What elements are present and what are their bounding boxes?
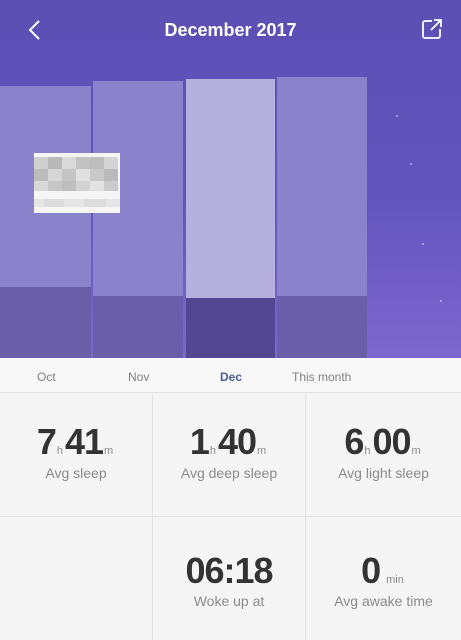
pixelated-bedtime-value <box>34 153 120 213</box>
sleep-bar-oct[interactable] <box>0 86 91 358</box>
avg-sleep-card: 7h41m Avg sleep <box>0 393 153 517</box>
bedtime-card <box>0 517 153 640</box>
avg-sleep-hours: 7 <box>36 421 57 462</box>
background-star <box>440 300 442 302</box>
avg-awake-unit: min <box>386 574 404 586</box>
background-star <box>396 115 398 117</box>
avg-light-sleep-hours: 6 <box>344 421 364 462</box>
period-tabs: Oct Nov Dec This month <box>0 358 461 393</box>
light-sleep-segment <box>277 77 367 296</box>
light-sleep-segment <box>186 79 275 298</box>
woke-up-label: Woke up at <box>193 593 265 609</box>
avg-awake-card: 0 min Avg awake time <box>306 517 461 640</box>
avg-light-sleep-card: 6h00m Avg light sleep <box>306 393 461 517</box>
avg-deep-sleep-label: Avg deep sleep <box>180 465 278 481</box>
woke-up-value: 06:18 <box>185 550 273 591</box>
avg-light-sleep-minutes: 00 <box>372 421 411 462</box>
avg-deep-sleep-value: 1h40m <box>153 421 305 463</box>
woke-up-card: 06:18 Woke up at <box>153 517 306 640</box>
sleep-bar-nov[interactable] <box>93 81 183 358</box>
avg-sleep-m-unit: m <box>104 445 114 457</box>
tab-oct[interactable]: Oct <box>37 358 56 392</box>
avg-awake-value: 0 min <box>306 550 461 592</box>
avg-sleep-value: 7h41m <box>0 421 152 463</box>
background-star <box>410 163 412 165</box>
deep-sleep-segment <box>186 298 275 358</box>
page-title: December 2017 <box>164 20 297 40</box>
avg-deep-sleep-minutes: 40 <box>217 421 257 462</box>
sleep-stats-grid: 7h41m Avg sleep 1h40m Avg deep sleep 6h0… <box>0 393 461 640</box>
avg-deep-sleep-h-unit: h <box>209 445 216 457</box>
avg-sleep-label: Avg sleep <box>45 465 107 481</box>
deep-sleep-segment <box>93 296 183 358</box>
tab-dec[interactable]: Dec <box>220 358 242 392</box>
tab-this-month[interactable]: This month <box>292 358 351 392</box>
avg-light-sleep-h-unit: h <box>364 445 371 457</box>
avg-light-sleep-value: 6h00m <box>306 421 461 463</box>
avg-sleep-h-unit: h <box>56 445 63 457</box>
deep-sleep-segment <box>277 296 367 358</box>
avg-awake-number: 0 <box>361 550 381 591</box>
avg-light-sleep-label: Avg light sleep <box>338 465 429 481</box>
avg-deep-sleep-hours: 1 <box>189 421 210 462</box>
background-star <box>422 243 424 245</box>
avg-deep-sleep-card: 1h40m Avg deep sleep <box>153 393 306 517</box>
deep-sleep-segment <box>0 287 91 358</box>
share-button[interactable] <box>421 18 443 40</box>
sleep-bar-this-month[interactable] <box>277 77 367 358</box>
avg-light-sleep-m-unit: m <box>411 445 421 457</box>
tab-nov[interactable]: Nov <box>128 358 149 392</box>
share-external-icon <box>422 19 442 39</box>
avg-sleep-minutes: 41 <box>64 421 104 462</box>
sleep-bar-dec[interactable] <box>186 79 275 358</box>
avg-awake-label: Avg awake time <box>334 593 433 609</box>
avg-deep-sleep-m-unit: m <box>257 445 267 457</box>
